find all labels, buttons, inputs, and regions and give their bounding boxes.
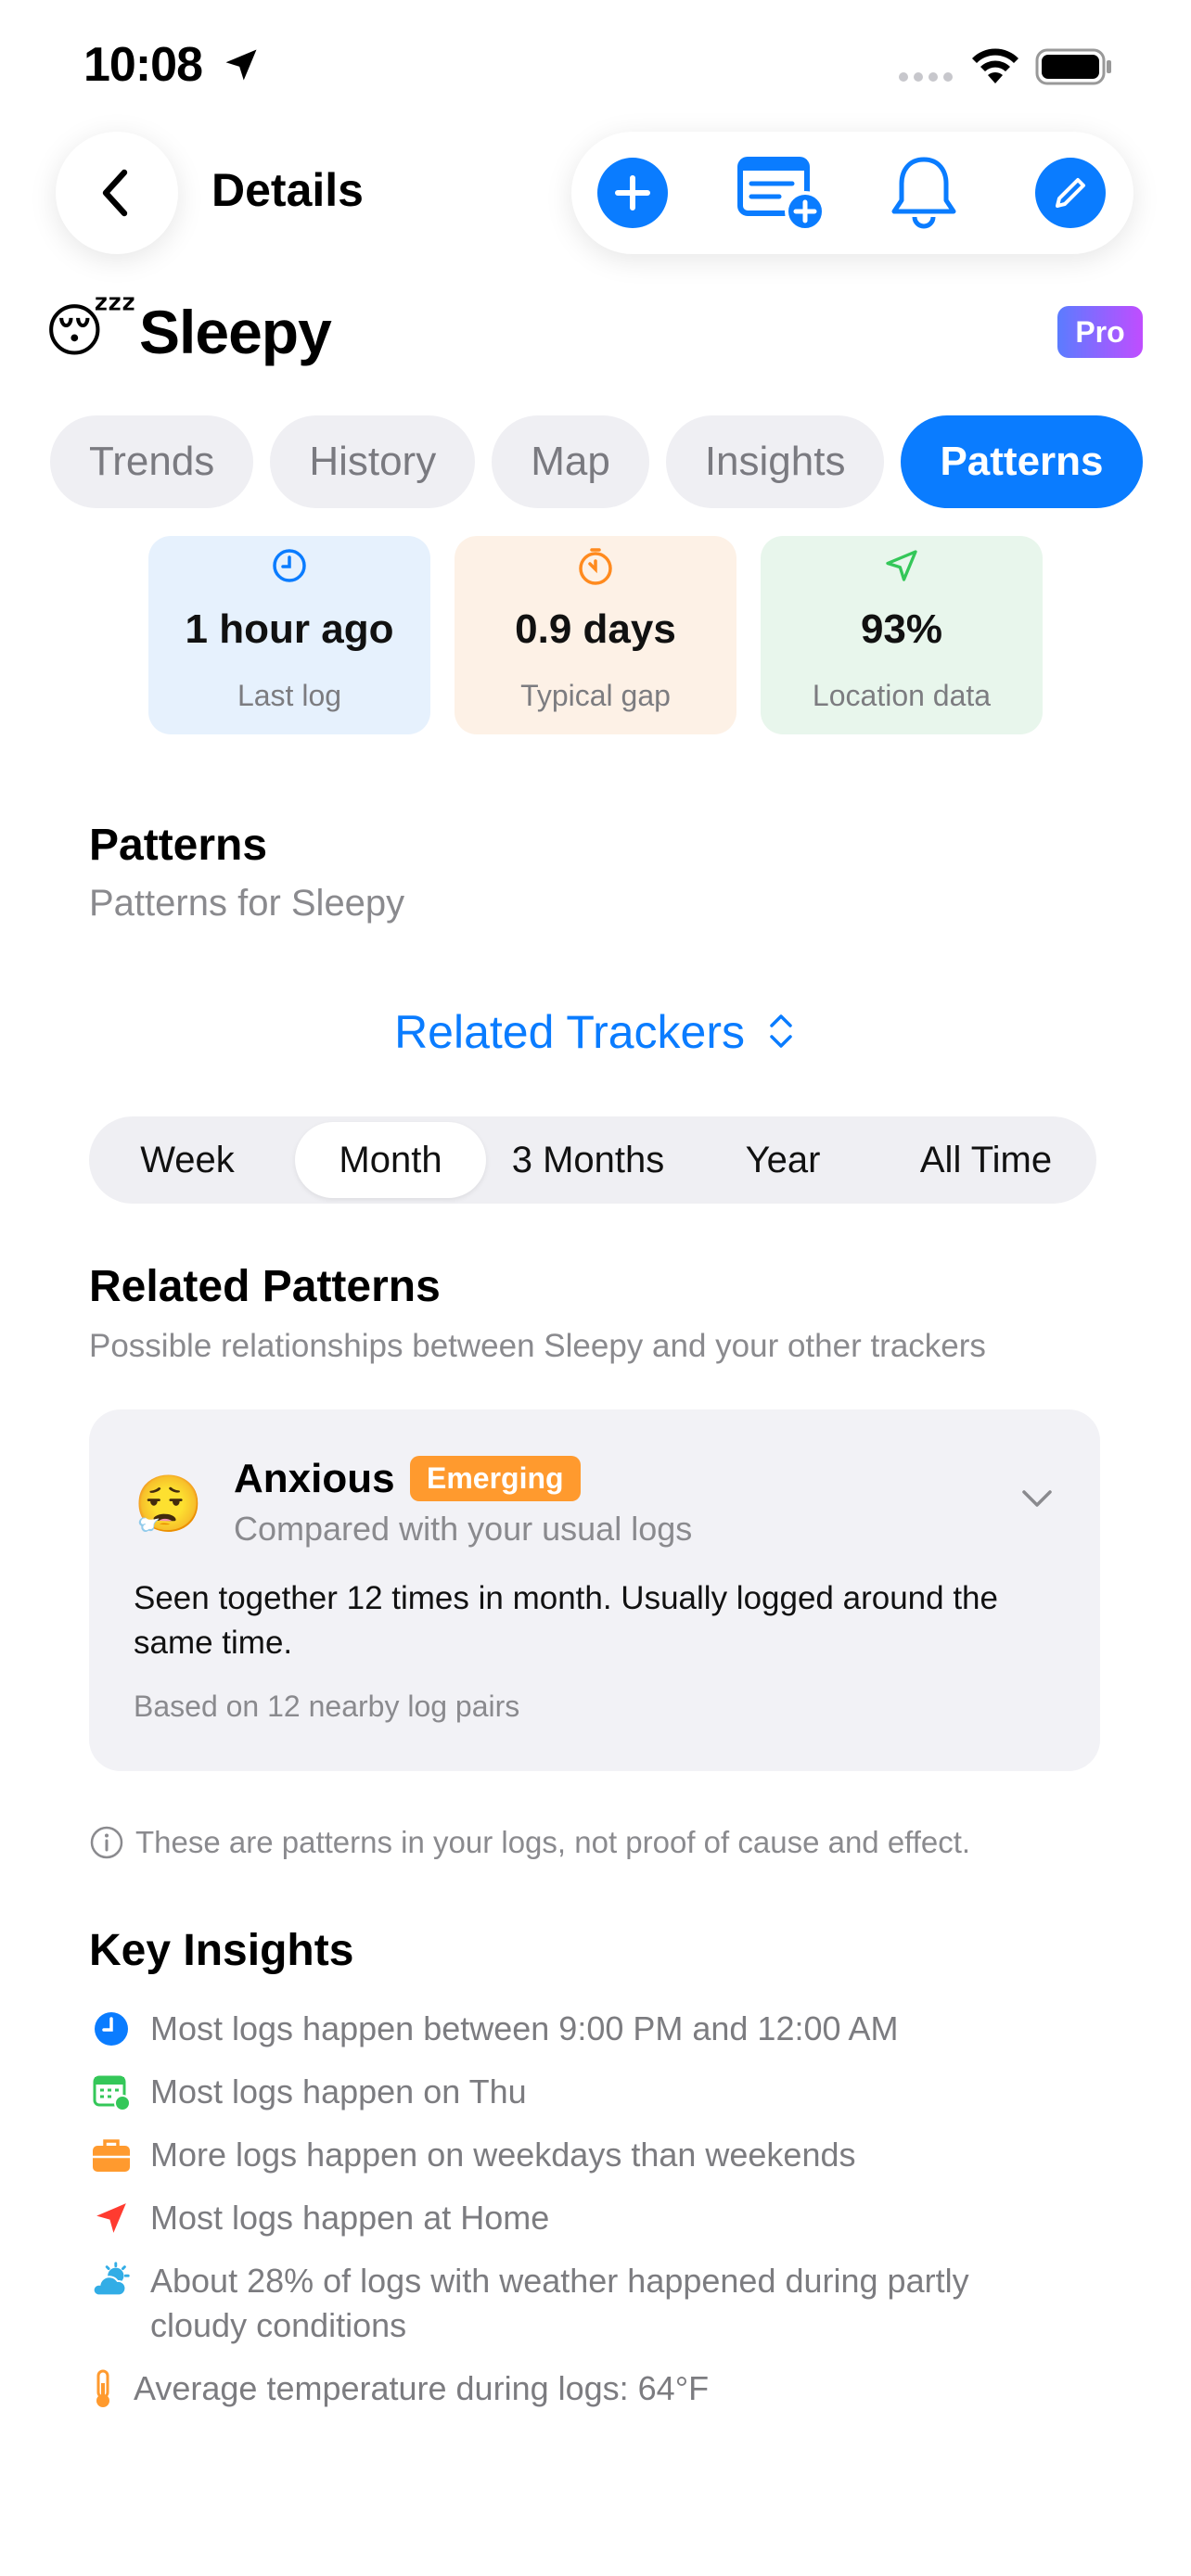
pattern-description: Seen together 12 times in month. Usually…	[134, 1580, 998, 1661]
wifi-icon	[969, 46, 1021, 90]
chevron-up-down-icon	[770, 1014, 792, 1048]
disclaimer: These are patterns in your logs, not pro…	[89, 1825, 970, 1860]
clock-icon	[89, 2007, 134, 2051]
calendar-icon	[89, 2070, 134, 2114]
timer-icon	[576, 547, 615, 588]
range-year[interactable]: Year	[690, 1116, 876, 1204]
insight-item: Most logs happen between 9:00 PM and 12:…	[89, 2007, 899, 2051]
tab-history[interactable]: History	[270, 415, 476, 508]
insight-text: Average temperature during logs: 64°F	[134, 2369, 710, 2407]
insight-item: About 28% of logs with weather happened …	[89, 2259, 1072, 2348]
stat-label: Typical gap	[520, 679, 671, 712]
pencil-icon	[1035, 158, 1106, 228]
range-week[interactable]: Week	[89, 1116, 286, 1204]
reminders-button[interactable]	[885, 154, 963, 232]
info-icon	[90, 1826, 123, 1859]
insight-item: Most logs happen at Home	[89, 2196, 549, 2240]
stat-value: 0.9 days	[515, 606, 676, 652]
location-services-icon	[221, 45, 262, 90]
tab-insights[interactable]: Insights	[665, 415, 885, 508]
insight-item: Average temperature during logs: 64°F	[89, 2366, 709, 2411]
tracker-name: Sleepy	[139, 298, 332, 366]
pattern-emoji: 😮‍💨	[134, 1473, 203, 1536]
nav-title: Details	[211, 164, 364, 216]
emerging-badge: Emerging	[410, 1456, 581, 1501]
key-insights-title: Key Insights	[89, 1926, 354, 1975]
signal-icon	[898, 70, 957, 87]
range-month[interactable]: Month	[295, 1122, 486, 1198]
related-trackers-label: Related Trackers	[394, 1006, 746, 1058]
pattern-footer: Based on 12 nearby log pairs	[134, 1690, 520, 1723]
tab-patterns[interactable]: Patterns	[901, 415, 1143, 508]
range-all-time[interactable]: All Time	[885, 1116, 1087, 1204]
insight-text: Most logs happen on Thu	[150, 2072, 527, 2111]
pattern-compare-text: Compared with your usual logs	[234, 1510, 693, 1548]
patterns-title: Patterns	[89, 821, 268, 870]
time-range-control: Week Month 3 Months Year All Time	[89, 1116, 1096, 1204]
insight-text: Most logs happen between 9:00 PM and 12:…	[150, 2009, 899, 2047]
insight-text: More logs happen on weekdays than weeken…	[150, 2136, 856, 2174]
tracker-emoji: 😴	[45, 300, 137, 363]
stat-value: 93%	[860, 606, 943, 652]
partly-cloudy-icon	[89, 2259, 134, 2303]
range-3-months[interactable]: 3 Months	[495, 1116, 681, 1204]
stat-location-data: 93% Location data	[761, 536, 1043, 734]
clock-icon	[271, 547, 308, 588]
thermometer-icon	[89, 2366, 117, 2411]
related-patterns-title: Related Patterns	[89, 1262, 441, 1311]
patterns-subtitle: Patterns for Sleepy	[89, 883, 405, 924]
pattern-card-anxious[interactable]: 😮‍💨 Anxious Emerging Compared with your …	[89, 1409, 1100, 1771]
expand-chevron-icon[interactable]	[1020, 1487, 1054, 1514]
location-arrow-icon	[89, 2196, 134, 2240]
stat-typical-gap: 0.9 days Typical gap	[455, 536, 736, 734]
pro-badge[interactable]: Pro	[1057, 306, 1143, 358]
note-add-icon	[737, 157, 826, 232]
related-patterns-subtitle: Possible relationships between Sleepy an…	[89, 1328, 986, 1364]
stat-value: 1 hour ago	[185, 606, 394, 652]
tab-trends[interactable]: Trends	[50, 415, 254, 508]
battery-icon	[1035, 48, 1113, 90]
disclaimer-text: These are patterns in your logs, not pro…	[135, 1825, 971, 1859]
edit-button[interactable]	[1031, 154, 1109, 232]
nav-actions	[571, 132, 1133, 254]
add-log-button[interactable]	[594, 154, 672, 232]
related-trackers-picker[interactable]: Related Trackers	[0, 1005, 1191, 1059]
back-button[interactable]	[56, 132, 178, 254]
tab-bar: Trends History Map Insights Patterns	[0, 408, 1143, 519]
status-time: 10:08	[83, 38, 203, 92]
stat-last-log: 1 hour ago Last log	[148, 536, 430, 734]
plus-circle-icon	[597, 158, 668, 228]
briefcase-icon	[89, 2133, 134, 2177]
stat-label: Location data	[812, 679, 992, 712]
pattern-tracker-name: Anxious	[234, 1456, 395, 1501]
add-note-button[interactable]	[735, 154, 827, 232]
insight-text: Most logs happen at Home	[150, 2199, 550, 2237]
insight-text: About 28% of logs with weather happened …	[150, 2262, 969, 2344]
location-arrow-icon	[883, 547, 920, 588]
insight-item: More logs happen on weekdays than weeken…	[89, 2133, 856, 2177]
stat-label: Last log	[237, 679, 342, 712]
bell-icon	[891, 157, 956, 229]
tab-map[interactable]: Map	[492, 415, 649, 508]
insight-item: Most logs happen on Thu	[89, 2070, 527, 2114]
chevron-left-icon	[102, 169, 128, 217]
